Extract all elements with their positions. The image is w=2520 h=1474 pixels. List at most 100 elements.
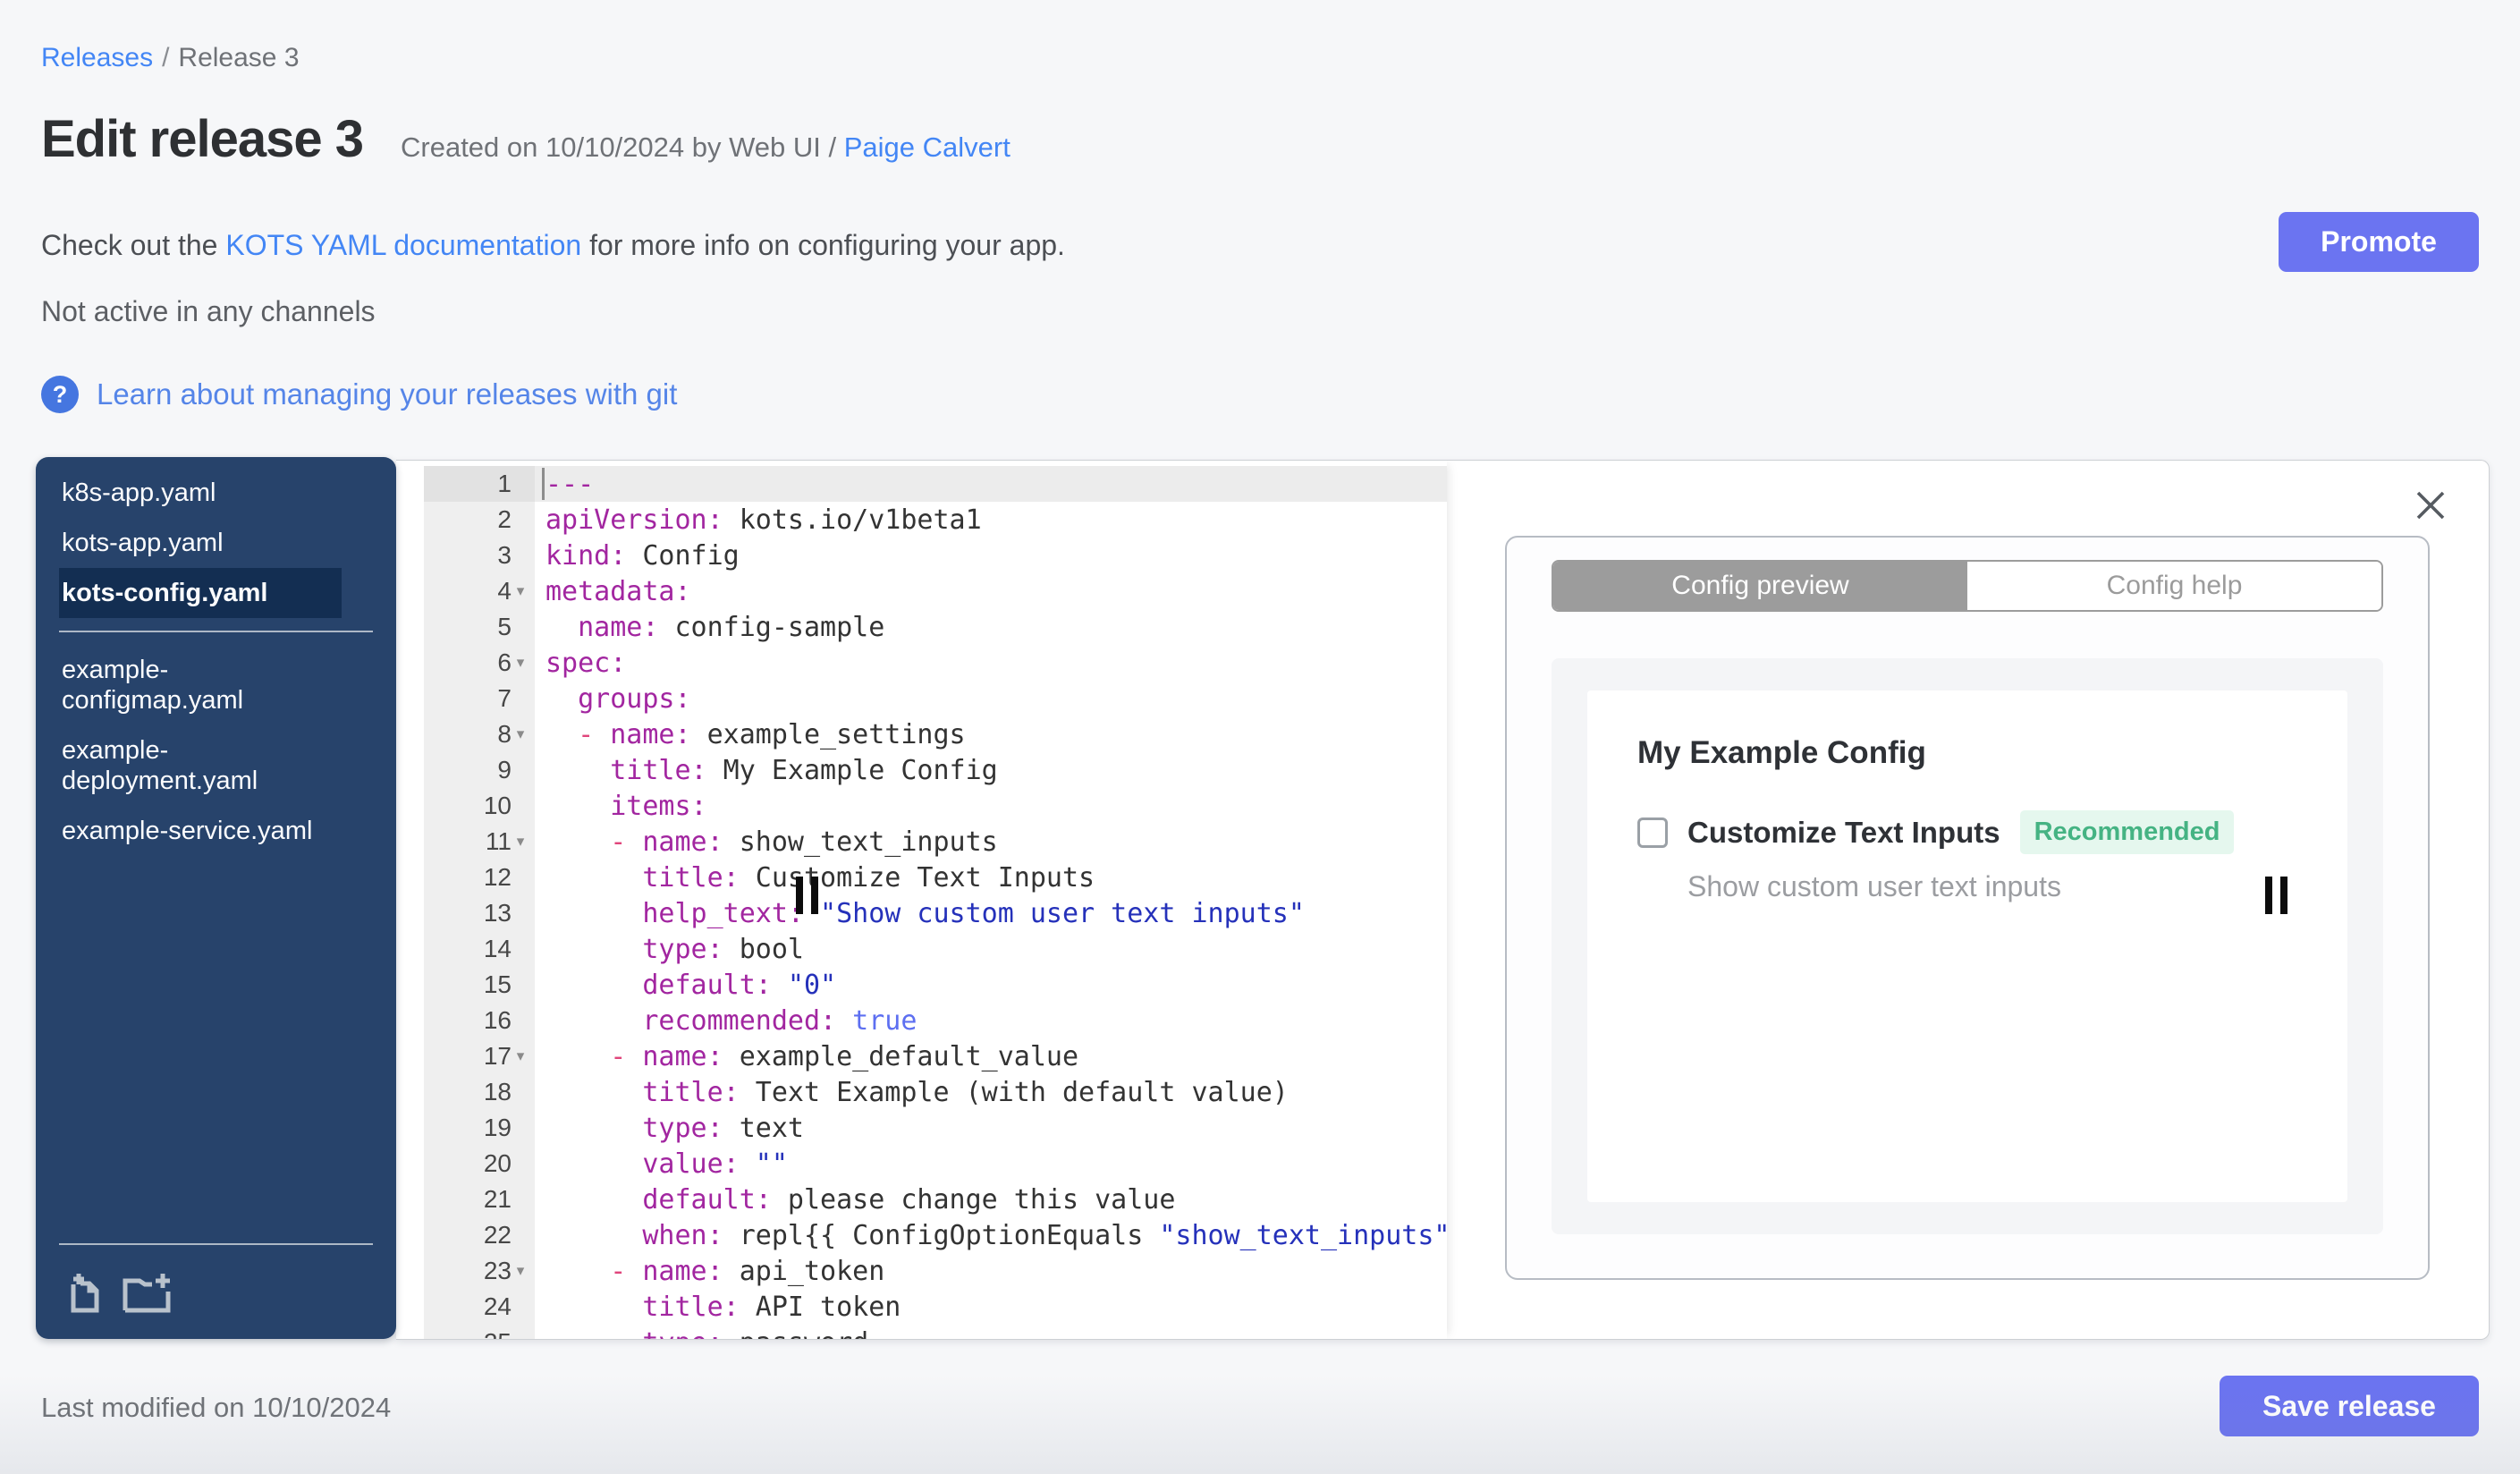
line-gutter: 19▾ xyxy=(424,1110,535,1146)
new-file-icon[interactable] xyxy=(64,1272,106,1319)
code-line-content[interactable]: when: repl{{ ConfigOptionEquals "show_te… xyxy=(535,1217,1447,1253)
code-line-content[interactable]: kind: Config xyxy=(535,538,1447,573)
token-str: "show_text_inputs" xyxy=(1159,1219,1447,1251)
editor-line[interactable]: 5▾ name: config-sample xyxy=(396,609,1447,645)
breadcrumb-releases-link[interactable]: Releases xyxy=(41,43,153,72)
code-line-content[interactable]: name: config-sample xyxy=(535,609,1447,645)
token-key: type: xyxy=(642,933,723,965)
editor-line[interactable]: 17 ▾ - name: example_default_value xyxy=(396,1038,1447,1074)
created-by-link[interactable]: Paige Calvert xyxy=(844,131,1011,163)
fold-arrow-icon[interactable]: ▾ xyxy=(512,1047,529,1065)
editor-line[interactable]: 16▾ recommended: true xyxy=(396,1003,1447,1038)
editor-line[interactable]: 11 ▾ - name: show_text_inputs xyxy=(396,824,1447,860)
editor-line[interactable]: 10▾ items: xyxy=(396,788,1447,824)
code-line-content[interactable]: title: Text Example (with default value) xyxy=(535,1074,1447,1110)
code-line-content[interactable]: type: password xyxy=(535,1325,1447,1340)
editor-line[interactable]: 24▾ title: API token xyxy=(396,1289,1447,1325)
editor-line[interactable]: 15▾ default: "0" xyxy=(396,967,1447,1003)
editor-line[interactable]: 20▾ value: "" xyxy=(396,1146,1447,1182)
editor-line[interactable]: 6 ▾ spec: xyxy=(396,645,1447,681)
code-line-content[interactable]: - name: example_default_value xyxy=(535,1038,1447,1074)
code-line-content[interactable]: default: "0" xyxy=(535,967,1447,1003)
token-key: help_text: xyxy=(642,897,804,929)
code-line-content[interactable]: type: text xyxy=(535,1110,1447,1146)
file-item-k8s-app.yaml[interactable]: k8s-app.yaml xyxy=(59,468,342,518)
git-help-row: ? Learn about managing your releases wit… xyxy=(41,376,677,413)
fold-arrow-icon[interactable]: ▾ xyxy=(512,1262,529,1280)
editor-line[interactable]: 18▾ title: Text Example (with default va… xyxy=(396,1074,1447,1110)
editor-line[interactable]: 9▾ title: My Example Config xyxy=(396,752,1447,788)
code-line-content[interactable]: type: bool xyxy=(535,931,1447,967)
yaml-editor[interactable]: 1▾---2▾apiVersion: kots.io/v1beta13▾kind… xyxy=(396,461,1447,1339)
editor-line[interactable]: 22▾ when: repl{{ ConfigOptionEquals "sho… xyxy=(396,1217,1447,1253)
customize-text-inputs-checkbox[interactable] xyxy=(1637,817,1668,848)
fold-arrow-icon[interactable]: ▾ xyxy=(512,582,529,600)
line-number: 16 xyxy=(483,1006,512,1034)
code-line-content[interactable]: groups: xyxy=(535,681,1447,716)
editor-line[interactable]: 7▾ groups: xyxy=(396,681,1447,716)
file-item-kots-app.yaml[interactable]: kots-app.yaml xyxy=(59,518,342,568)
code-line-content[interactable]: title: API token xyxy=(535,1289,1447,1325)
code-line-content[interactable]: - name: api_token xyxy=(535,1253,1447,1289)
tab-config-help[interactable]: Config help xyxy=(1967,562,2381,610)
editor-line[interactable]: 14▾ type: bool xyxy=(396,931,1447,967)
code-line-content[interactable]: recommended: true xyxy=(535,1003,1447,1038)
file-item-example-service.yaml[interactable]: example-service.yaml xyxy=(59,806,342,856)
code-line-content[interactable]: title: My Example Config xyxy=(535,752,1447,788)
editor-line[interactable]: 4 ▾ metadata: xyxy=(396,573,1447,609)
file-item-example-deployment.yaml[interactable]: example-deployment.yaml xyxy=(59,725,342,806)
code-line-content[interactable]: items: xyxy=(535,788,1447,824)
code-line-content[interactable]: --- xyxy=(535,466,1447,502)
editor-line[interactable]: 3▾kind: Config xyxy=(396,538,1447,573)
file-sidebar: k8s-app.yaml kots-app.yaml kots-config.yam… xyxy=(36,457,396,1339)
code-line-content[interactable]: - name: show_text_inputs xyxy=(535,824,1447,860)
close-icon[interactable] xyxy=(2413,487,2448,523)
line-gutter: 4 ▾ xyxy=(424,573,535,609)
page-title: Edit release 3 xyxy=(41,110,364,168)
editor-line[interactable]: 1▾ --- xyxy=(396,466,1447,502)
fold-arrow-icon[interactable]: ▾ xyxy=(512,833,529,851)
promote-button[interactable]: Promote xyxy=(2279,212,2479,272)
line-number: 9 xyxy=(497,756,512,784)
code-line-content[interactable]: default: please change this value xyxy=(535,1182,1447,1217)
editor-line[interactable]: 23 ▾ - name: api_token xyxy=(396,1253,1447,1289)
code-line-content[interactable]: apiVersion: kots.io/v1beta1 xyxy=(535,502,1447,538)
editor-line[interactable]: 2▾apiVersion: kots.io/v1beta1 xyxy=(396,502,1447,538)
token-plain: text xyxy=(723,1112,804,1144)
editor-line[interactable]: 21▾ default: please change this value xyxy=(396,1182,1447,1217)
editor-line[interactable]: 12▾ title: Customize Text Inputs xyxy=(396,860,1447,895)
editor-line[interactable]: 8 ▾ - name: example_settings xyxy=(396,716,1447,752)
editor-line[interactable]: 19▾ type: text xyxy=(396,1110,1447,1146)
editor-line[interactable]: 13▾ help_text: "Show custom user text in… xyxy=(396,895,1447,931)
code-line-content[interactable]: value: "" xyxy=(535,1146,1447,1182)
sidebar-editor-resize-handle[interactable] xyxy=(796,877,823,914)
code-line-content[interactable]: title: Customize Text Inputs xyxy=(535,860,1447,895)
editor-preview-resize-handle[interactable] xyxy=(2265,877,2292,914)
file-item-kots-config.yaml[interactable]: kots-config.yaml xyxy=(59,568,342,618)
token-str: "0" xyxy=(771,969,837,1001)
line-number: 24 xyxy=(483,1292,512,1320)
token-key: name: xyxy=(642,1255,723,1287)
save-release-button[interactable]: Save release xyxy=(2220,1376,2479,1436)
breadcrumb-current: Release 3 xyxy=(178,43,300,72)
fold-arrow-icon[interactable]: ▾ xyxy=(512,725,529,743)
fold-arrow-icon[interactable]: ▾ xyxy=(512,654,529,672)
kots-yaml-doc-link[interactable]: KOTS YAML documentation xyxy=(225,229,581,261)
config-group-title: My Example Config xyxy=(1637,735,1926,770)
config-preview-inset: My Example Config Customize Text Inputs … xyxy=(1552,658,2383,1234)
new-folder-icon[interactable] xyxy=(122,1272,173,1319)
code-line-content[interactable]: - name: example_settings xyxy=(535,716,1447,752)
code-line-content[interactable]: metadata: xyxy=(535,573,1447,609)
line-gutter: 5▾ xyxy=(424,609,535,645)
code-line-content[interactable]: help_text: "Show custom user text inputs… xyxy=(535,895,1447,931)
token-plain: Customize Text Inputs xyxy=(739,861,1095,894)
line-gutter: 17 ▾ xyxy=(424,1038,535,1074)
editor-line[interactable]: 25▾ type: password xyxy=(396,1325,1447,1339)
git-releases-link[interactable]: Learn about managing your releases with … xyxy=(97,377,677,411)
tab-config-preview[interactable]: Config preview xyxy=(1553,562,1967,610)
code-line-content[interactable]: spec: xyxy=(535,645,1447,681)
file-item-example-configmap.yaml[interactable]: example-configmap.yaml xyxy=(59,645,342,725)
